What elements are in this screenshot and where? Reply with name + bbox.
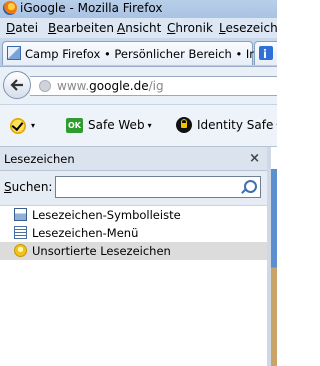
back-arrow-icon bbox=[10, 79, 23, 91]
bookmarks-sidebar: Lesezeichen × Suchen: Lesezeichen-Symbol… bbox=[0, 147, 267, 366]
tree-item-label: Lesezeichen-Symbolleiste bbox=[32, 208, 181, 222]
tree-item-bookmarks-menu[interactable]: Lesezeichen-Menü bbox=[0, 224, 267, 242]
tab-strip: Camp Firefox • Persönlicher Bereich • In… bbox=[0, 38, 277, 66]
globe-icon bbox=[39, 80, 51, 92]
tree-item-bookmarks-toolbar[interactable]: Lesezeichen-Symbolleiste bbox=[0, 206, 267, 224]
menu-chronik-label: hronik bbox=[175, 21, 213, 35]
firefox-logo-icon bbox=[3, 1, 17, 15]
tab-label: Camp Firefox • Persönlicher Bereich • In… bbox=[25, 47, 271, 61]
norton-toolbar: ▾ OK Safe Web▾ Identity Safe▾ bbox=[0, 104, 277, 147]
url-text: www.google.de/ig bbox=[57, 79, 164, 93]
tree-item-label: Unsortierte Lesezeichen bbox=[32, 244, 171, 258]
bookmarks-menu-icon bbox=[14, 226, 27, 239]
back-button[interactable] bbox=[3, 71, 31, 99]
menu-datei[interactable]: Datei bbox=[6, 21, 38, 35]
sidebar-close-button[interactable]: × bbox=[249, 151, 260, 166]
window-title: iGoogle - Mozilla Firefox bbox=[20, 1, 163, 15]
bookmark-search-input[interactable] bbox=[55, 176, 261, 198]
tab-camp-firefox[interactable]: Camp Firefox • Persönlicher Bereich • In… bbox=[2, 41, 271, 65]
sidebar-search-row: Suchen: bbox=[0, 171, 267, 205]
identity-safe-button[interactable]: Identity Safe▾ bbox=[197, 118, 277, 132]
sidebar-header: Lesezeichen × bbox=[0, 147, 267, 171]
tree-item-unsorted-bookmarks[interactable]: Unsortierte Lesezeichen bbox=[0, 242, 267, 260]
norton-check-icon[interactable] bbox=[10, 118, 26, 134]
tree-item-label: Lesezeichen-Menü bbox=[32, 226, 139, 240]
forum-favicon-icon bbox=[7, 46, 21, 60]
menu-ansicht-label: nsicht bbox=[125, 21, 162, 35]
menu-lesezeichen[interactable]: Lesezeichen bbox=[219, 21, 277, 35]
menu-lesezeichen-label: esezeichen bbox=[225, 21, 277, 35]
menu-bar: Datei Bearbeiten Ansicht Chronik Lesezei… bbox=[0, 18, 277, 38]
unsorted-bookmarks-icon bbox=[14, 244, 27, 257]
safe-web-button[interactable]: Safe Web ▾ bbox=[88, 118, 152, 132]
title-bar[interactable]: iGoogle - Mozilla Firefox bbox=[0, 0, 277, 18]
safe-web-ok-icon: OK bbox=[66, 118, 83, 133]
page-content bbox=[271, 147, 277, 366]
norton-check-dropdown[interactable]: ▾ bbox=[28, 118, 35, 132]
bookmarks-toolbar-icon bbox=[14, 208, 27, 221]
tab-label: i bbox=[263, 47, 267, 61]
bookmarks-tree: Lesezeichen-Symbolleiste Lesezeichen-Men… bbox=[0, 205, 267, 366]
menu-chronik[interactable]: Chronik bbox=[167, 21, 213, 35]
url-bar[interactable]: www.google.de/ig bbox=[30, 76, 277, 96]
identity-safe-lock-icon bbox=[176, 117, 192, 133]
menu-datei-label: atei bbox=[15, 21, 39, 35]
sidebar-title: Lesezeichen bbox=[4, 152, 75, 166]
menu-bearbeiten-label: earbeiten bbox=[56, 21, 114, 35]
menu-ansicht[interactable]: Ansicht bbox=[117, 21, 161, 35]
search-icon[interactable] bbox=[244, 180, 257, 193]
tab-igoogle[interactable]: i bbox=[254, 41, 277, 65]
menu-bearbeiten[interactable]: Bearbeiten bbox=[48, 21, 114, 35]
navigation-bar: www.google.de/ig bbox=[0, 66, 277, 105]
search-label: Suchen: bbox=[4, 180, 53, 194]
firefox-window: iGoogle - Mozilla Firefox Datei Bearbeit… bbox=[0, 0, 277, 366]
